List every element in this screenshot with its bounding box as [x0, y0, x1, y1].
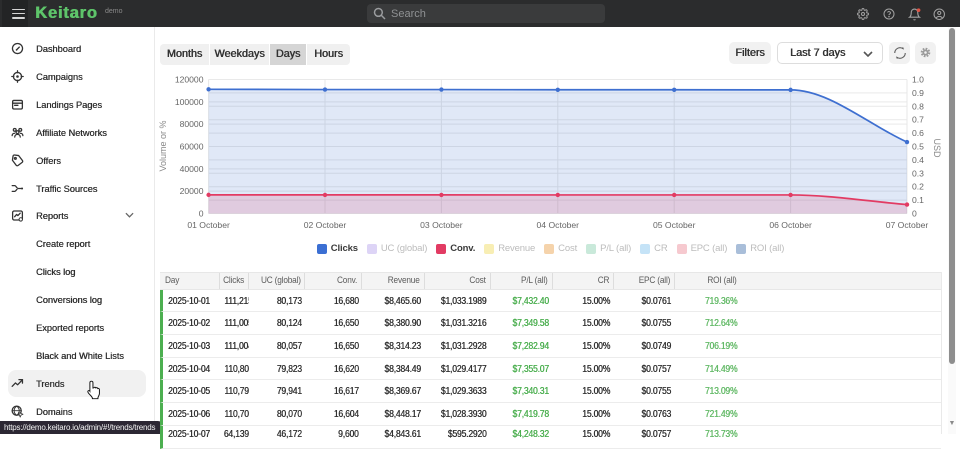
svg-text:Volume or %: Volume or %: [158, 120, 168, 171]
svg-text:0.6: 0.6: [912, 128, 924, 138]
svg-text:100000: 100000: [175, 97, 204, 107]
svg-text:80000: 80000: [180, 119, 204, 129]
svg-text:04 October: 04 October: [537, 220, 580, 230]
svg-text:0.3: 0.3: [912, 168, 924, 178]
svg-text:06 October: 06 October: [769, 220, 812, 230]
svg-text:0.7: 0.7: [912, 115, 924, 125]
svg-text:0: 0: [912, 209, 917, 219]
svg-text:40000: 40000: [180, 164, 204, 174]
svg-text:05 October: 05 October: [653, 220, 696, 230]
svg-text:0.4: 0.4: [912, 155, 924, 165]
svg-text:0.5: 0.5: [912, 142, 924, 152]
svg-text:07 October: 07 October: [886, 220, 929, 230]
svg-text:1.0: 1.0: [912, 75, 924, 85]
svg-text:0: 0: [199, 209, 204, 219]
svg-text:0.8: 0.8: [912, 101, 924, 111]
svg-text:0.1: 0.1: [912, 195, 924, 205]
svg-text:60000: 60000: [180, 142, 204, 152]
svg-text:120000: 120000: [175, 75, 204, 85]
svg-text:20000: 20000: [180, 186, 204, 196]
svg-text:0.2: 0.2: [912, 182, 924, 192]
svg-text:USD: USD: [932, 138, 942, 158]
svg-text:02 October: 02 October: [304, 220, 347, 230]
svg-text:0.9: 0.9: [912, 88, 924, 98]
svg-text:03 October: 03 October: [420, 220, 463, 230]
svg-text:01 October: 01 October: [187, 220, 230, 230]
